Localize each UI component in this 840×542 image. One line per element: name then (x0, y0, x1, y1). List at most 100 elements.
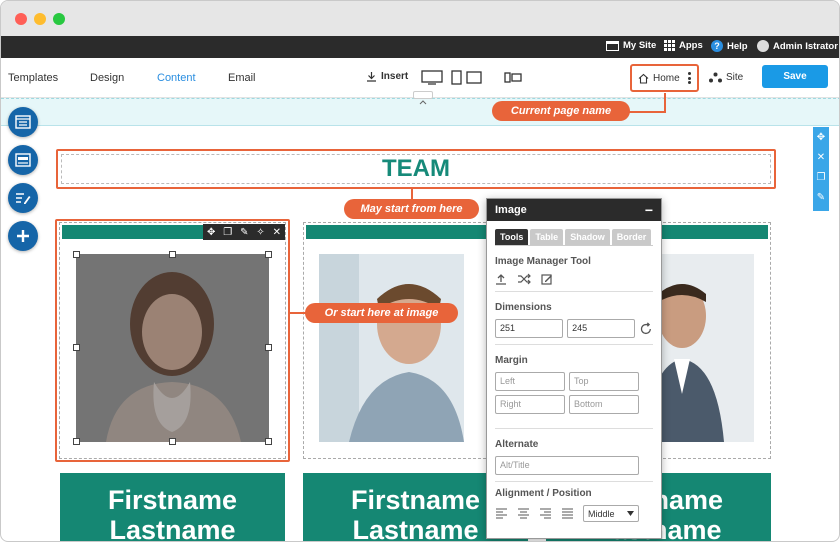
edit-icon[interactable]: ✎ (240, 227, 248, 238)
browser-window: My Site Apps ? Help Admin Istrator Templ… (0, 0, 840, 542)
tab-border[interactable]: Border (611, 229, 652, 245)
plus-icon (17, 230, 29, 242)
user-menu[interactable]: Admin Istrator (757, 40, 838, 52)
move-icon[interactable]: ✥ (813, 127, 829, 147)
callout-connector (290, 312, 306, 314)
height-input[interactable]: 245 (567, 319, 636, 338)
image-properties-panel: Image − Tools Table Shadow Border Image … (486, 198, 662, 539)
close-icon[interactable]: ✕ (273, 227, 281, 238)
panel-header: Image − (487, 199, 661, 221)
first-name: Firstname (107, 485, 238, 515)
desktop-view-icon[interactable] (421, 70, 443, 85)
insert-button[interactable]: Insert (366, 71, 408, 82)
edit-icon[interactable]: ✎ (813, 187, 829, 207)
save-button[interactable]: Save (762, 65, 828, 88)
section-icon (15, 153, 31, 167)
reset-icon[interactable] (639, 321, 653, 336)
resize-handle[interactable] (73, 438, 80, 445)
user-name: Admin Istrator (773, 40, 838, 52)
shuffle-icon[interactable] (517, 273, 531, 285)
tab-templates[interactable]: Templates (8, 72, 58, 84)
current-page-selector[interactable]: Home (630, 64, 699, 92)
title-bar (1, 1, 839, 36)
resize-handle[interactable] (73, 344, 80, 351)
insert-label: Insert (381, 71, 409, 82)
page-title[interactable]: TEAM (61, 154, 771, 184)
add-element-button[interactable] (8, 221, 38, 251)
tablet-view-icon[interactable] (451, 70, 462, 85)
resize-handle[interactable] (265, 438, 272, 445)
site-label: Site (726, 72, 744, 83)
tab-tools[interactable]: Tools (495, 229, 529, 245)
width-input[interactable]: 251 (495, 319, 564, 338)
margin-right-input[interactable]: Right (495, 395, 565, 414)
layout-tool-button[interactable] (8, 107, 38, 137)
mobile-view-icon[interactable] (504, 70, 522, 85)
tablet-landscape-view-icon[interactable] (466, 70, 482, 85)
close-icon[interactable]: ✕ (813, 147, 829, 167)
magic-wand-icon[interactable]: ✧ (256, 227, 264, 238)
my-site-link[interactable]: My Site (606, 40, 656, 51)
edit-image-icon[interactable] (541, 273, 553, 285)
help-icon: ? (711, 40, 723, 52)
portrait-man-image (319, 254, 464, 442)
section-tool-button[interactable] (8, 145, 38, 175)
tab-content[interactable]: Content (157, 72, 196, 84)
resize-handle[interactable] (265, 344, 272, 351)
home-icon (638, 73, 649, 84)
margin-top-input[interactable]: Top (569, 372, 639, 391)
panel-title: Image (495, 204, 527, 216)
callout-start-at-image: Or start here at image (305, 303, 458, 323)
tab-shadow[interactable]: Shadow (565, 229, 610, 245)
help-link[interactable]: ? Help (711, 40, 748, 52)
dimensions-heading: Dimensions (495, 302, 552, 313)
tab-design[interactable]: Design (90, 72, 124, 84)
team-photo-2[interactable] (319, 254, 464, 442)
current-page-name: Home (653, 72, 680, 84)
resize-handle[interactable] (169, 438, 176, 445)
portrait-man-image (642, 254, 754, 442)
callout-current-page-name: Current page name (492, 101, 630, 121)
margin-heading: Margin (495, 355, 528, 366)
team-photo-3[interactable] (642, 254, 754, 442)
close-window-button[interactable] (15, 13, 27, 25)
resize-handle[interactable] (265, 251, 272, 258)
apps-label: Apps (679, 40, 703, 51)
tab-table[interactable]: Table (530, 229, 564, 245)
resize-handle[interactable] (73, 251, 80, 258)
copy-icon[interactable]: ❐ (223, 227, 232, 238)
copy-icon[interactable]: ❐ (813, 167, 829, 187)
panel-tabs: Tools Table Shadow Border (487, 221, 661, 245)
alt-title-input[interactable]: Alt/Title (495, 456, 639, 475)
maximize-window-button[interactable] (53, 13, 65, 25)
edit-list-icon (16, 193, 31, 204)
margin-left-input[interactable]: Left (495, 372, 565, 391)
apps-link[interactable]: Apps (664, 40, 703, 51)
help-label: Help (727, 40, 748, 52)
left-tool-dock (8, 107, 38, 259)
align-justify-icon[interactable] (561, 508, 574, 519)
right-tool-strip: ✥ ✕ ❐ ✎ (813, 127, 829, 211)
image-manager-heading: Image Manager Tool (495, 256, 591, 267)
team-name-block-1[interactable]: Firstname Lastname (60, 473, 285, 542)
resize-handle[interactable] (169, 251, 176, 258)
tab-email[interactable]: Email (228, 72, 256, 84)
alignment-heading: Alignment / Position (495, 488, 592, 499)
sitemap-icon (709, 72, 722, 83)
align-right-icon[interactable] (539, 508, 552, 519)
align-left-icon[interactable] (495, 508, 508, 519)
margin-bottom-input[interactable]: Bottom (569, 395, 639, 414)
minimize-window-button[interactable] (34, 13, 46, 25)
move-icon[interactable]: ✥ (207, 227, 215, 238)
site-button[interactable]: Site (709, 72, 743, 83)
last-name: Lastname (109, 515, 236, 542)
apps-grid-icon (664, 40, 675, 51)
position-select[interactable]: Middle (583, 505, 639, 522)
collapse-toolbar-tab[interactable] (413, 91, 433, 105)
upload-icon[interactable] (495, 273, 507, 285)
more-options-icon[interactable] (688, 72, 691, 86)
minimize-icon[interactable]: − (645, 202, 653, 218)
align-center-icon[interactable] (517, 508, 530, 519)
edit-text-tool-button[interactable] (8, 183, 38, 213)
team-title-block[interactable]: TEAM (56, 149, 776, 189)
